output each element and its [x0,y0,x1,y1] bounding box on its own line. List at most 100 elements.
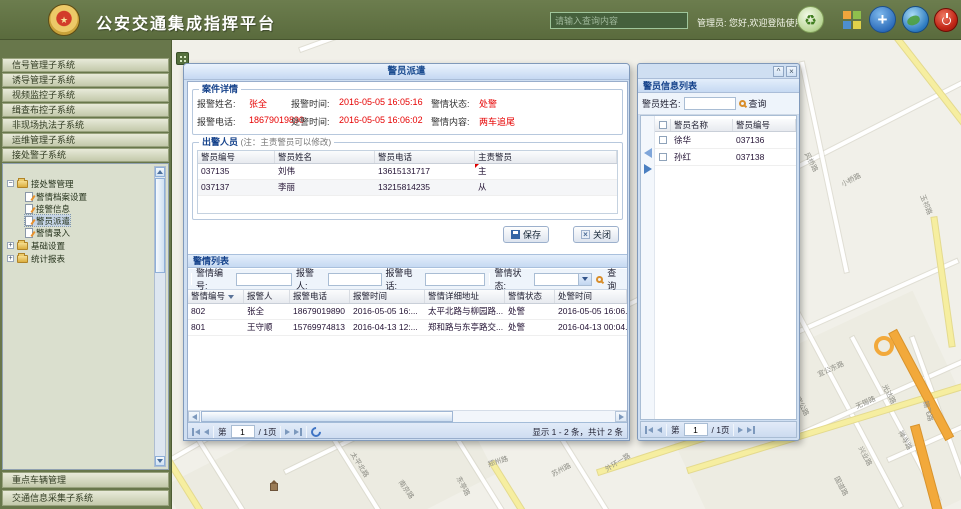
prev-page-button[interactable] [204,429,209,435]
user-greeting: 管理员: 您好,欢迎登陆使用 [697,16,804,29]
row-checkbox[interactable] [659,153,667,161]
sidebar-item-offsite[interactable]: 非现场执法子系统 [2,118,169,132]
transfer-strip [641,116,655,419]
col-header[interactable]: 警情详细地址 [425,290,505,303]
col-header[interactable]: 警员电话 [375,151,475,163]
table-row[interactable]: 037137 李丽 13215814235 从 [198,180,617,196]
sidebar-item-video[interactable]: 视频监控子系统 [2,88,169,102]
table-row[interactable]: 037135 刘伟 13615131717 主 [198,164,617,180]
row-checkbox[interactable] [659,136,667,144]
horizontal-scrollbar[interactable] [188,410,627,422]
left-arrow-icon [648,427,653,433]
tree-expand-icon[interactable]: + [7,242,14,249]
first-page-button[interactable] [192,428,200,436]
cell: 张全 [244,304,290,319]
first-page-button[interactable] [645,426,653,434]
tree-expand-icon[interactable]: + [7,255,14,262]
col-header[interactable]: 主责警员 [475,151,617,163]
col-header-sorted[interactable]: 警情编号 [188,290,244,303]
alert-table-header[interactable]: 警情编号 报警人 报警电话 报警时间 警情详细地址 警情状态 处警时间 [188,290,627,304]
panel-close-button[interactable]: × [786,66,797,77]
search-magnifier-icon[interactable] [596,276,603,283]
tree-node-officer-dispatch[interactable]: 警员派遣 [25,215,70,226]
officer-row[interactable]: 徐华 037136 [655,132,796,149]
last-page-button[interactable] [294,428,302,436]
tree-node-statistics[interactable]: + 统计报表 [7,253,65,264]
sidebar: 信号管理子系统 诱导管理子系统 视频监控子系统 缉查布控子系统 非现场执法子系统… [0,40,172,509]
col-header[interactable]: 处警时间 [555,290,627,303]
col-header[interactable]: 警员姓名 [275,151,375,163]
dialog-titlebar[interactable]: 警员派遣 [184,64,629,80]
cell-primary-officer[interactable]: 从 [475,180,617,195]
globe-icon[interactable] [902,6,929,33]
checkbox-cell[interactable] [655,132,671,148]
page-number-input[interactable] [684,423,708,436]
officer-search-button[interactable]: 查询 [749,97,767,110]
tree-node-alert-info[interactable]: 接警信息 [25,203,70,214]
road-yellow [932,217,955,346]
officer-table-header[interactable]: 警员名称 警员编号 [655,119,796,132]
officer-name-input[interactable] [684,97,736,110]
select-trigger[interactable] [578,274,591,285]
table-row[interactable]: 802 张全 18679019890 2016-05-05 16:... 太平北… [188,304,627,320]
save-button[interactable]: 保存 [503,226,549,243]
col-header[interactable]: 警情状态 [505,290,555,303]
tree-scrollbar[interactable] [154,166,166,467]
col-header[interactable]: 报警电话 [290,290,350,303]
scroll-thumb[interactable] [201,411,453,422]
checkbox-cell[interactable] [655,149,671,165]
case-details-fieldset: 案件详情 报警姓名: 张全 报警时间: 2016-05-05 16:05:16 … [192,89,623,135]
recycle-icon[interactable]: ♻ [797,6,824,33]
tree-node-dispatch-mgmt[interactable]: − 接处警管理 [7,178,74,189]
scroll-left-button[interactable] [188,411,200,422]
officer-row[interactable]: 孙红 037138 [655,149,796,166]
tree-collapse-icon[interactable]: − [7,180,14,187]
dispatch-table-header[interactable]: 警员编号 警员姓名 警员电话 主责警员 [198,151,617,164]
next-page-button[interactable] [285,429,290,435]
alert-id-input[interactable] [236,273,292,286]
cell-primary-officer[interactable]: 主 [475,164,617,179]
col-header[interactable]: 警员编号 [198,151,275,163]
last-page-button[interactable] [747,426,755,434]
toolbar-separator [306,426,307,438]
scroll-up-button[interactable] [155,167,165,177]
panel-collapse-button[interactable]: ^ [773,66,784,77]
alert-status-select[interactable] [534,273,592,286]
power-logout-icon[interactable] [934,8,958,32]
sidebar-item-signal[interactable]: 信号管理子系统 [2,58,169,72]
transfer-right-arrow[interactable] [644,164,652,174]
sidebar-item-guidance[interactable]: 诱导管理子系统 [2,73,169,87]
global-search-input[interactable] [550,12,688,29]
sidebar-item-dispatch-system[interactable]: 接处警子系统 [2,148,169,162]
prev-page-button[interactable] [657,427,662,433]
search-magnifier-icon[interactable] [739,100,746,107]
col-header[interactable]: 报警人 [244,290,290,303]
scroll-right-button[interactable] [615,411,627,422]
next-page-button[interactable] [738,427,743,433]
tree-node-basic-settings[interactable]: + 基础设置 [7,240,65,251]
scroll-thumb[interactable] [155,178,165,273]
table-row[interactable]: 801 王守顺 15769974813 2016-04-13 12:... 郑和… [188,320,627,336]
tree-node-alert-archive[interactable]: 警情档案设置 [25,191,87,202]
header-checkbox-cell[interactable] [655,119,671,131]
col-header[interactable]: 报警时间 [350,290,425,303]
close-button[interactable]: × 关闭 [573,226,619,243]
refresh-icon[interactable] [309,424,323,438]
col-header[interactable]: 警员编号 [733,119,796,131]
add-plus-icon[interactable]: + [869,6,896,33]
select-all-checkbox[interactable] [659,121,667,129]
col-header[interactable]: 警员名称 [671,119,733,131]
alert-search-button[interactable]: 查询 [607,266,624,292]
page-icon [25,204,33,214]
scroll-down-button[interactable] [155,456,165,466]
tree-node-alert-entry[interactable]: 警情录入 [25,227,70,238]
sidebar-item-operations[interactable]: 运维管理子系统 [2,133,169,147]
sidebar-item-investigation[interactable]: 缉查布控子系统 [2,103,169,117]
sidebar-item-key-vehicles[interactable]: 重点车辆管理 [2,472,169,488]
reporter-input[interactable] [328,273,382,286]
page-number-input[interactable] [231,425,255,438]
transfer-left-arrow[interactable] [644,148,652,158]
sidebar-item-traffic-collection[interactable]: 交通信息采集子系统 [2,490,169,506]
phone-input[interactable] [425,273,485,286]
apps-grid-icon[interactable] [838,6,865,33]
